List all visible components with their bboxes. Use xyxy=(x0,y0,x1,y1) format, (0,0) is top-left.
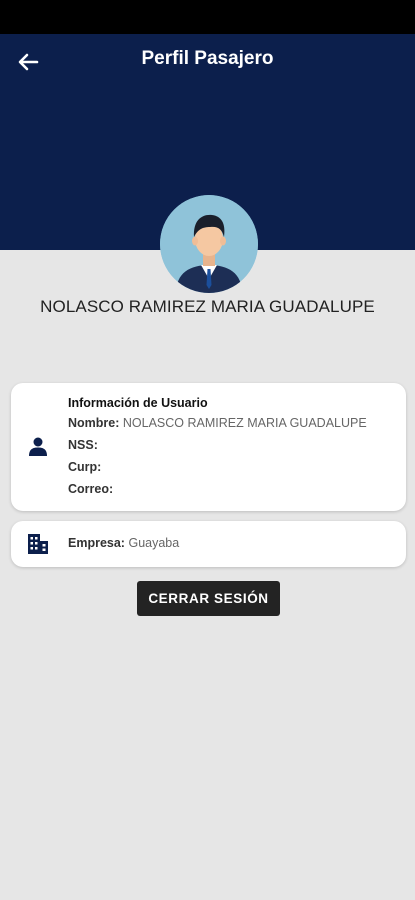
status-bar xyxy=(0,0,415,34)
page-title: Perfil Pasajero xyxy=(141,48,274,69)
user-avatar-icon xyxy=(160,195,258,293)
field-empresa-label: Empresa: xyxy=(68,536,125,550)
field-empresa-value: Guayaba xyxy=(128,536,180,550)
field-nss-label: NSS: xyxy=(68,438,98,452)
user-info-card: Información de Usuario Nombre: NOLASCO R… xyxy=(11,383,406,511)
field-nss: NSS: xyxy=(68,438,98,452)
field-correo: Correo: xyxy=(68,482,113,496)
field-correo-label: Correo: xyxy=(68,482,114,496)
field-nombre-value: NOLASCO RAMIREZ MARIA GUADALUPE xyxy=(122,416,367,430)
field-nombre: Nombre: NOLASCO RAMIREZ MARIA GUADALUPE xyxy=(68,416,367,430)
person-icon xyxy=(27,435,49,457)
company-card: Empresa: Guayaba xyxy=(11,521,406,567)
field-nombre-label: Nombre: xyxy=(68,416,120,430)
profile-name: NOLASCO RAMIREZ MARIA GUADALUPE xyxy=(40,297,375,316)
avatar xyxy=(160,195,258,293)
field-empresa: Empresa: Guayaba xyxy=(68,536,179,550)
field-curp-label: Curp: xyxy=(68,460,102,474)
logout-button[interactable]: CERRAR SESIÓN xyxy=(137,581,280,616)
building-icon xyxy=(27,533,49,555)
field-curp: Curp: xyxy=(68,460,101,474)
user-info-title: Información de Usuario xyxy=(68,396,208,410)
